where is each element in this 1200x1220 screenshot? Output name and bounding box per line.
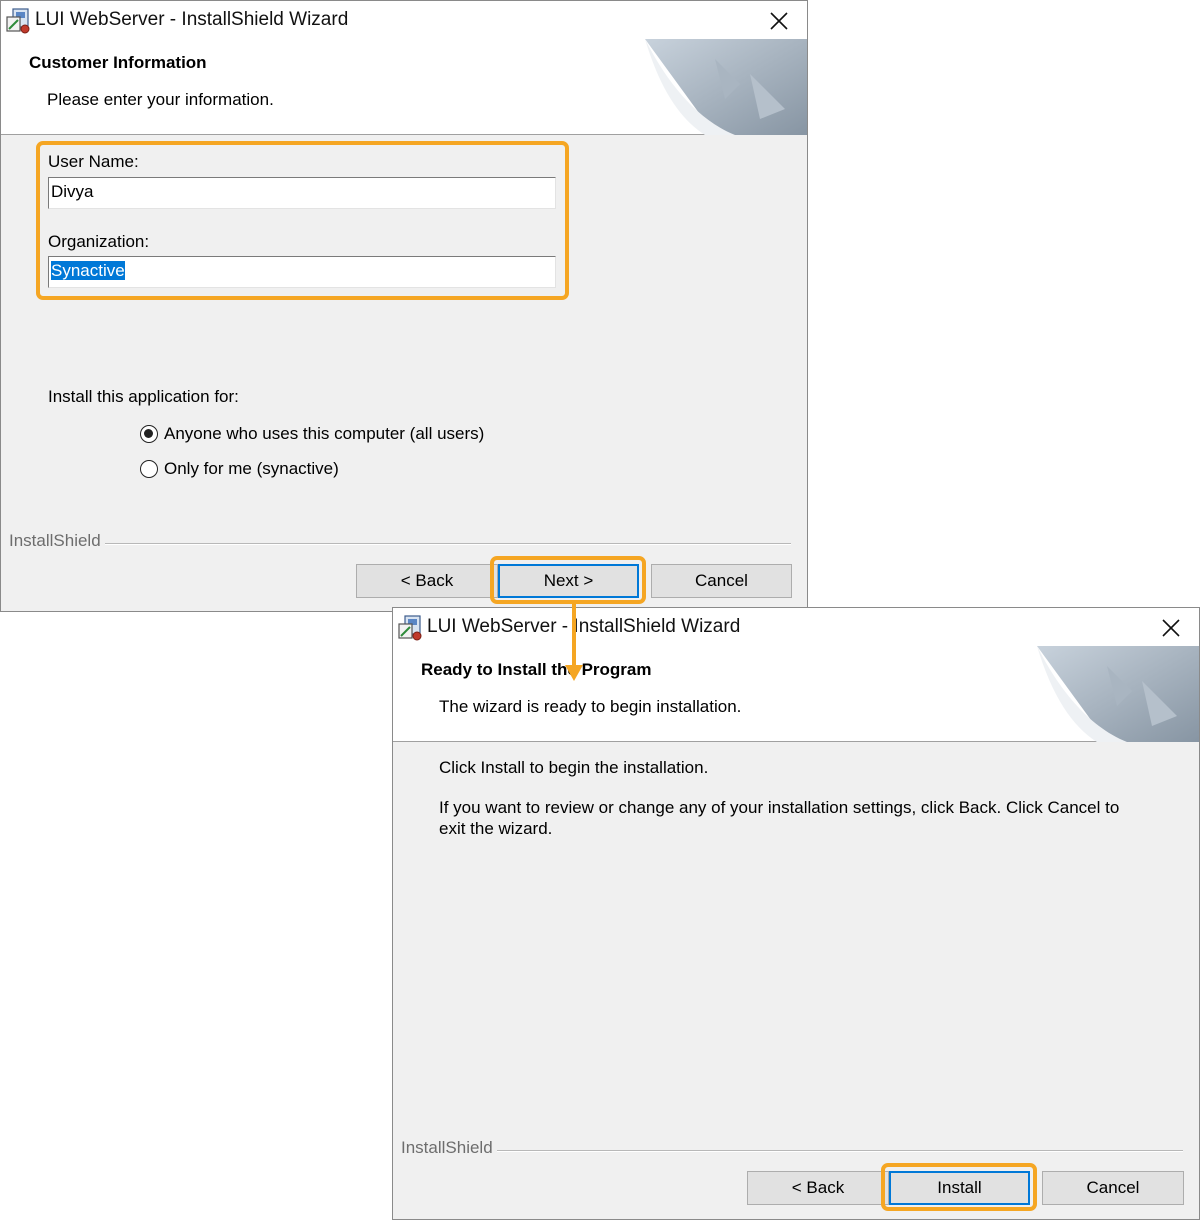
arrow-down-icon (565, 603, 583, 681)
customer-information-window: LUI WebServer - InstallShield Wizard Cus… (0, 0, 808, 612)
radio-only-me-label: Only for me (synactive) (164, 459, 339, 478)
back-button[interactable]: < Back (356, 564, 498, 598)
installer-icon (398, 615, 422, 641)
radio-unchecked-icon (140, 460, 158, 478)
install-button-highlight (881, 1163, 1037, 1211)
instruction-text: Click Install to begin the installation. (439, 758, 709, 777)
radio-only-me[interactable]: Only for me (synactive) (140, 459, 339, 479)
title-bar[interactable]: LUI WebServer - InstallShield Wizard (393, 608, 1199, 648)
installer-icon (6, 8, 30, 34)
radio-all-users[interactable]: Anyone who uses this computer (all users… (140, 424, 484, 444)
close-button[interactable] (1143, 608, 1199, 648)
installshield-brand: InstallShield (401, 1138, 493, 1157)
wizard-header: Customer Information Please enter your i… (1, 39, 807, 135)
close-icon (1162, 619, 1180, 637)
back-button[interactable]: < Back (747, 1171, 889, 1205)
page-title: Customer Information (29, 53, 207, 72)
radio-all-users-label: Anyone who uses this computer (all users… (164, 424, 485, 443)
header-banner-art (1037, 646, 1199, 742)
brand-divider (105, 543, 791, 545)
ready-to-install-window: LUI WebServer - InstallShield Wizard Rea… (392, 607, 1200, 1220)
wizard-header: Ready to Install the Program The wizard … (393, 646, 1199, 742)
brand-divider (497, 1150, 1183, 1152)
page-subtitle: The wizard is ready to begin installatio… (439, 697, 742, 716)
installshield-brand: InstallShield (9, 531, 101, 550)
title-bar[interactable]: LUI WebServer - InstallShield Wizard (1, 1, 807, 41)
form-fields-highlight (36, 141, 569, 300)
header-banner-art (645, 39, 807, 135)
close-icon (770, 12, 788, 30)
cancel-button[interactable]: Cancel (651, 564, 792, 598)
next-button-highlight (490, 556, 646, 604)
window-title: LUI WebServer - InstallShield Wizard (35, 9, 349, 30)
close-button[interactable] (751, 1, 807, 41)
page-subtitle: Please enter your information. (47, 90, 274, 109)
install-for-label: Install this application for: (48, 387, 239, 406)
cancel-button[interactable]: Cancel (1042, 1171, 1184, 1205)
review-text: If you want to review or change any of y… (439, 798, 1120, 838)
page-title: Ready to Install the Program (421, 660, 652, 679)
radio-checked-icon (140, 425, 158, 443)
